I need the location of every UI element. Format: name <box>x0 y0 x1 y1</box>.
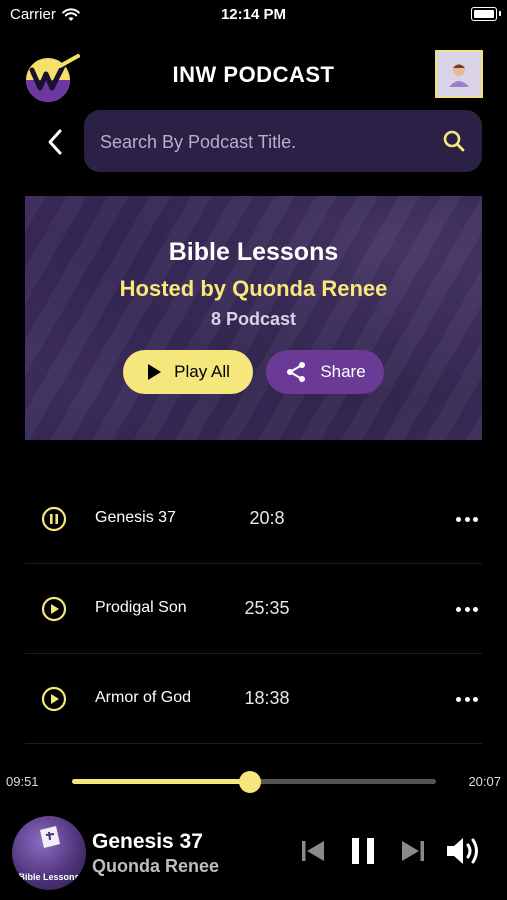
seek-bar[interactable] <box>72 771 436 793</box>
episode-duration: 18:38 <box>244 688 290 708</box>
volume-button[interactable] <box>444 834 484 868</box>
chevron-left-icon <box>48 129 62 155</box>
podcast-banner: Bible Lessons Hosted by Quonda Renee 8 P… <box>25 196 482 440</box>
previous-button[interactable] <box>298 834 328 868</box>
now-playing-title: Genesis 37 <box>92 830 203 853</box>
now-playing-bar: Bible Lessons Genesis 37 Quonda Renee <box>0 812 507 900</box>
playback-progress: 09:51 20:07 <box>0 768 507 794</box>
elapsed-time: 09:51 <box>6 774 39 789</box>
episode-title: Genesis 37 <box>95 509 176 526</box>
seek-bar-handle[interactable] <box>239 771 262 793</box>
back-button[interactable] <box>40 125 70 159</box>
episode-duration: 20:8 <box>249 508 285 528</box>
avatar-icon <box>449 64 469 87</box>
now-playing-artwork[interactable]: Bible Lessons <box>12 816 86 890</box>
share-button[interactable]: Share <box>266 350 384 394</box>
artwork-label: Bible Lessons <box>18 872 80 882</box>
more-options-icon[interactable] <box>456 690 478 708</box>
play-circle-icon[interactable] <box>41 596 67 622</box>
clock: 12:14 PM <box>220 6 287 23</box>
episode-title: Prodigal Son <box>95 599 187 616</box>
app-header: INW PODCAST <box>0 40 507 110</box>
battery-icon <box>471 7 501 21</box>
play-all-label: Play All <box>174 362 230 381</box>
seek-bar-fill <box>72 779 251 784</box>
search-icon[interactable] <box>442 129 466 153</box>
skip-previous-icon <box>302 841 324 861</box>
episode-row[interactable]: Prodigal Son 25:35 <box>25 564 482 654</box>
episode-title: Armor of God <box>95 689 192 706</box>
play-all-button[interactable]: Play All <box>123 350 253 394</box>
share-label: Share <box>320 362 366 381</box>
episode-row[interactable]: Genesis 37 20:8 <box>25 474 482 564</box>
share-icon <box>287 362 306 382</box>
search-bar <box>84 110 482 174</box>
user-avatar[interactable] <box>435 50 483 98</box>
play-circle-icon[interactable] <box>41 686 67 712</box>
episode-row[interactable]: Armor of God 18:38 <box>25 654 482 744</box>
next-button[interactable] <box>398 834 428 868</box>
podcast-series-title: Bible Lessons <box>168 238 339 266</box>
episode-duration: 25:35 <box>244 598 290 618</box>
pause-circle-icon[interactable] <box>41 506 67 532</box>
skip-next-icon <box>402 841 424 861</box>
page-title: INW PODCAST <box>172 62 335 87</box>
now-playing-artist: Quonda Renee <box>92 856 220 876</box>
pause-icon <box>352 838 374 864</box>
podcast-host: Hosted by Quonda Renee <box>119 276 388 301</box>
podcast-count: 8 Podcast <box>210 309 297 329</box>
more-options-icon[interactable] <box>456 510 478 528</box>
play-icon <box>148 364 162 380</box>
episode-list: Genesis 37 20:8 Prodigal Son 25:35 Armor… <box>25 474 482 744</box>
more-options-icon[interactable] <box>456 600 478 618</box>
volume-icon <box>447 838 478 864</box>
status-bar: Carrier 12:14 PM <box>0 0 507 30</box>
pause-button[interactable] <box>346 834 380 868</box>
search-input[interactable] <box>98 110 422 174</box>
total-time: 20:07 <box>468 774 501 789</box>
